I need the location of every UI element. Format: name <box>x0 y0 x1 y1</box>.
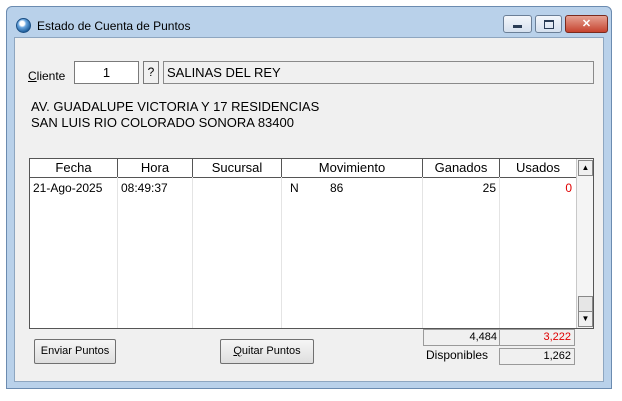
col-usados[interactable]: Usados <box>500 159 576 177</box>
movements-grid[interactable]: Fecha Hora Sucursal Movimiento Ganados U… <box>29 158 594 329</box>
maximize-icon <box>543 20 554 29</box>
grid-divider <box>192 177 193 328</box>
client-address-line2: SAN LUIS RIO COLORADO SONORA 83400 <box>31 115 294 130</box>
vertical-scrollbar[interactable]: ▲ ▼ <box>576 159 593 328</box>
quitar-puntos-button[interactable]: Quitar Puntos <box>220 339 314 364</box>
cell-movimiento-numero: 86 <box>330 181 344 195</box>
grid-header: Fecha Hora Sucursal Movimiento Ganados U… <box>30 159 576 178</box>
close-icon: ✕ <box>581 18 592 30</box>
scroll-thumb[interactable] <box>578 296 593 312</box>
window-title: Estado de Cuenta de Puntos <box>37 19 191 33</box>
total-ganados: 4,484 <box>423 329 501 346</box>
grid-divider <box>117 177 118 328</box>
client-area: Cliente 1 ? SALINAS DEL REY AV. GUADALUP… <box>14 37 604 382</box>
col-movimiento[interactable]: Movimiento <box>282 159 423 177</box>
col-fecha[interactable]: Fecha <box>30 159 118 177</box>
scroll-down-arrow-icon[interactable]: ▼ <box>578 311 593 327</box>
grid-divider <box>499 177 500 328</box>
points-statement-window: Estado de Cuenta de Puntos ✕ Cliente 1 ?… <box>6 6 612 389</box>
minimize-button[interactable] <box>503 15 532 33</box>
cell-fecha: 21-Ago-2025 <box>33 181 103 195</box>
col-hora[interactable]: Hora <box>118 159 193 177</box>
cell-hora: 08:49:37 <box>121 181 168 195</box>
grid-divider <box>422 177 423 328</box>
client-label: Cliente <box>28 69 66 83</box>
client-address-line1: AV. GUADALUPE VICTORIA Y 17 RESIDENCIAS <box>31 99 320 114</box>
close-button[interactable]: ✕ <box>565 15 608 33</box>
cell-movimiento-tipo: N <box>290 181 299 195</box>
client-lookup-button[interactable]: ? <box>143 61 159 84</box>
scroll-up-arrow-icon[interactable]: ▲ <box>578 160 593 176</box>
client-number-input[interactable]: 1 <box>74 61 139 84</box>
cell-ganados: 25 <box>482 181 496 195</box>
col-sucursal[interactable]: Sucursal <box>193 159 282 177</box>
total-disponibles: 1,262 <box>499 348 575 365</box>
minimize-icon <box>513 25 522 28</box>
disponibles-label: Disponibles <box>426 348 489 362</box>
cell-usados: 0 <box>565 181 572 195</box>
col-ganados[interactable]: Ganados <box>423 159 500 177</box>
title-bar[interactable]: Estado de Cuenta de Puntos ✕ <box>7 7 611 37</box>
maximize-button[interactable] <box>535 15 562 33</box>
app-globe-icon <box>16 18 31 33</box>
total-usados: 3,222 <box>499 329 575 346</box>
client-name-field: SALINAS DEL REY <box>163 61 594 84</box>
enviar-puntos-button[interactable]: Enviar Puntos <box>34 339 116 364</box>
grid-divider <box>281 177 282 328</box>
